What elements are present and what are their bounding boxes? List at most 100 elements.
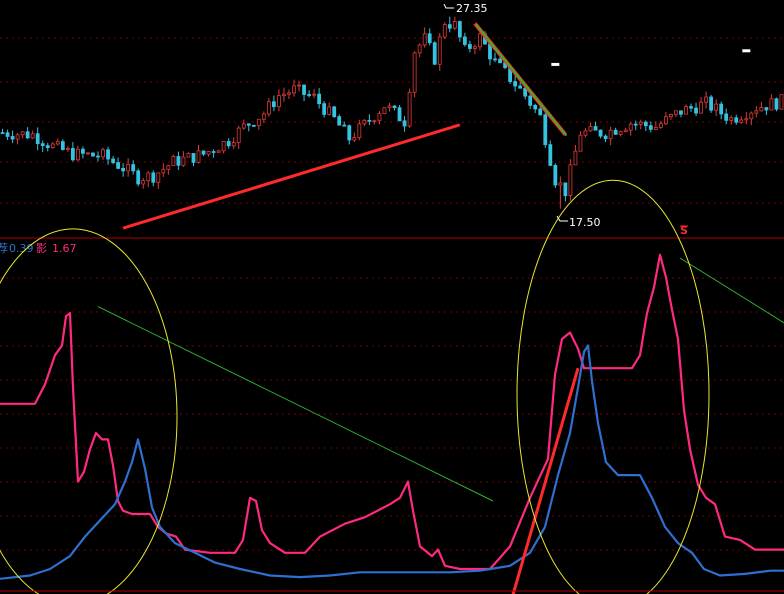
indicator-gridlines (0, 277, 784, 551)
candle (593, 121, 598, 131)
candle (136, 168, 141, 187)
candle (116, 157, 121, 170)
candle (221, 140, 226, 154)
candle (452, 16, 457, 31)
candle (161, 163, 166, 177)
candle (372, 119, 377, 125)
candle (739, 116, 744, 124)
legend-blue-glyph: 荐 (0, 242, 8, 255)
candle (196, 145, 201, 164)
candle (121, 163, 126, 177)
candle (674, 110, 678, 118)
candle (236, 125, 241, 149)
candle (533, 103, 538, 113)
candle (719, 101, 724, 120)
candle (231, 137, 236, 149)
candle (397, 105, 402, 122)
candle (417, 43, 422, 58)
candle (65, 146, 70, 152)
candle (20, 131, 25, 139)
candle (467, 40, 472, 53)
candle (412, 51, 417, 98)
candle (347, 124, 352, 145)
candle (322, 101, 327, 118)
candle (392, 105, 397, 111)
candle (91, 152, 95, 157)
candle (332, 105, 337, 118)
red-trendline (511, 367, 580, 594)
candle (603, 134, 608, 143)
candle (764, 107, 769, 116)
candle (0, 128, 5, 135)
candle (25, 127, 30, 139)
candle (558, 176, 563, 209)
candle (623, 127, 628, 133)
white-tick-mark (742, 49, 751, 53)
candle (548, 140, 553, 167)
candle (608, 126, 613, 146)
candle (317, 88, 322, 109)
candle (628, 121, 633, 136)
candle (734, 114, 739, 125)
price-panel: 27.35 17.50 S (0, 2, 784, 237)
candle (201, 150, 206, 157)
candle (211, 149, 216, 158)
candle (573, 144, 578, 166)
candle (50, 142, 55, 149)
candle (714, 99, 719, 117)
candle (302, 84, 306, 102)
candle (578, 131, 583, 152)
candle (442, 22, 447, 40)
candle (327, 102, 332, 116)
candle (111, 156, 115, 165)
candle (669, 113, 673, 120)
candle (387, 102, 392, 112)
candle (367, 114, 372, 125)
green-trendline (679, 257, 784, 324)
candle (568, 159, 573, 201)
candle (684, 104, 688, 115)
white-tick-mark (551, 62, 560, 66)
candle (86, 152, 90, 155)
candle (583, 128, 588, 138)
candle (146, 171, 151, 188)
candle (462, 32, 467, 47)
candle (81, 146, 85, 159)
downtrend-line-inner (475, 23, 568, 137)
candle (493, 52, 497, 63)
candle (402, 115, 407, 132)
candle (266, 98, 271, 117)
candle (151, 170, 156, 187)
candle (618, 130, 623, 137)
candle (307, 90, 311, 98)
legend-pink-glyph: 影 (36, 242, 47, 255)
candle (729, 115, 734, 125)
candle (251, 124, 256, 127)
indicator-series (0, 253, 784, 580)
candle (191, 153, 196, 167)
candle (337, 114, 342, 126)
candle (553, 163, 558, 188)
candle (166, 164, 171, 175)
candle (70, 142, 75, 162)
candle (457, 20, 462, 42)
candlestick-series (0, 16, 784, 209)
candle (407, 88, 412, 128)
stock-chart-canvas: 27.35 17.50 S 荐 0.39 影 1.67 (0, 2, 784, 594)
candle (5, 129, 10, 140)
candle (437, 32, 442, 71)
candle (759, 101, 764, 112)
indicator-panel: 荐 0.39 影 1.67 (0, 179, 784, 594)
candle (638, 119, 643, 130)
candle (754, 105, 759, 118)
candle (226, 138, 231, 149)
high-arrow-icon (443, 3, 454, 9)
candle (171, 154, 176, 167)
high-price-label: 27.35 (456, 2, 488, 15)
candle (282, 87, 286, 102)
pink-indicator-line (0, 253, 784, 571)
candle (663, 112, 668, 126)
candle (699, 97, 703, 114)
candle (35, 127, 40, 151)
candle (432, 41, 437, 66)
